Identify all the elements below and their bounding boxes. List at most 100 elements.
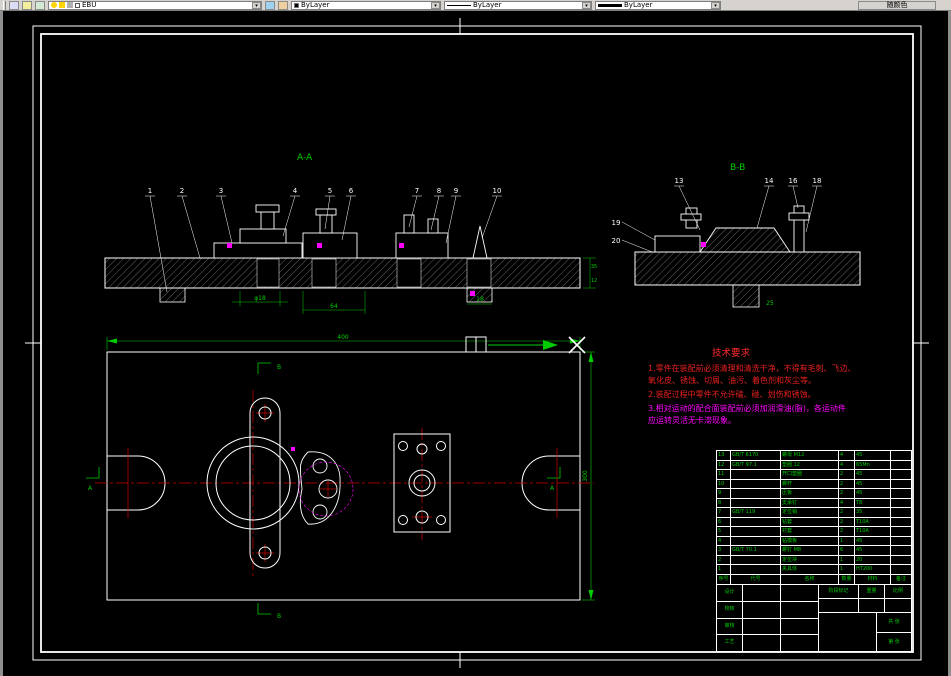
dim-height-label: 300 — [582, 470, 589, 482]
make-layer-current-icon[interactable] — [22, 0, 32, 10]
title-block-info: 阶段标记 重量 比例 共 张 第 张 — [819, 585, 911, 651]
section-mark-b-bottom: B — [277, 613, 281, 620]
parts-cell — [731, 565, 781, 574]
parts-cell: 夹具体 — [781, 565, 839, 574]
parts-cell — [731, 527, 781, 536]
parts-row: 12 GB/T 97.1 垫圈 12 4 65Mn — [717, 460, 911, 470]
parts-cell — [891, 565, 911, 574]
parts-cell: 9 — [717, 489, 731, 498]
section-a-components — [213, 204, 488, 259]
parts-cell: 45 — [855, 479, 891, 488]
parts-cell — [891, 546, 911, 555]
empty-cell — [781, 635, 818, 651]
parts-row: 1 夹具体 1 HT200 — [717, 565, 911, 575]
section-a-label: A-A — [297, 153, 313, 163]
parts-list: 13 GB/T 6170 螺母 M12 4 45 12 GB/T 97.1 垫圈 12 4 65M… — [717, 451, 911, 585]
toolbar-grip[interactable] — [3, 0, 6, 10]
tech-requirements-title: 技术要求 — [712, 347, 751, 359]
field-label: 比例 — [892, 588, 903, 594]
dim-label: 25 — [766, 300, 774, 307]
parts-cell: 6 — [717, 517, 731, 526]
parts-cell: 开口垫圈 — [781, 470, 839, 479]
parts-cell: HT200 — [855, 565, 891, 574]
parts-cell: 2 — [839, 479, 855, 488]
layer-isolate-icon[interactable] — [278, 0, 288, 10]
color-value: ByLayer — [301, 1, 330, 9]
parts-cell: 2 — [839, 470, 855, 479]
parts-cell — [731, 479, 781, 488]
chevron-down-icon[interactable]: ▾ — [582, 1, 591, 9]
section-mark-a-right: A — [550, 485, 555, 492]
plan-view: 400 300 B B A A — [86, 334, 595, 620]
tech-requirements: 技术要求 1.零件在装配前必须清理和清洗干净，不得有毛刺、飞边、 氧化皮、锈蚀、… — [648, 347, 856, 425]
part-number: 7 — [415, 187, 419, 195]
parts-cell: 支承钉 — [781, 498, 839, 507]
field-label: 校核 — [717, 601, 743, 618]
parts-cell: 4 — [839, 498, 855, 507]
part-number: 10 — [493, 187, 502, 195]
parts-row: 2 定位块 1 20 — [717, 555, 911, 565]
surface-mark — [701, 242, 706, 247]
layer-properties-icon[interactable] — [9, 0, 19, 10]
parts-cell — [731, 498, 781, 507]
parts-cell: 2 — [839, 517, 855, 526]
dim-label: 12 — [591, 278, 597, 284]
lineweight-sample-icon — [598, 3, 622, 7]
drawing-title-cell — [819, 613, 877, 651]
parts-cell: 6 — [839, 546, 855, 555]
parts-cell — [731, 517, 781, 526]
chevron-down-icon[interactable]: ▾ — [252, 1, 261, 9]
window-edge-left — [0, 11, 3, 676]
section-mark-a-left: A — [88, 485, 93, 492]
tech-line: 3.相对运动的配合面装配前必须加润滑油(脂)，各运动件 — [648, 403, 846, 413]
parts-cell: 5 — [717, 527, 731, 536]
lineweight-dropdown[interactable]: ByLayer ▾ — [595, 0, 721, 10]
parts-cell: 2 — [839, 508, 855, 517]
layer-dropdown[interactable]: EBU ▾ — [48, 0, 262, 10]
parts-cell — [891, 556, 911, 565]
parts-cell: 45 — [855, 451, 891, 460]
plot-style-control[interactable]: 随颜色 — [858, 0, 936, 10]
part-number: 6 — [349, 187, 354, 195]
parts-cell — [891, 461, 911, 470]
color-dropdown[interactable]: ByLayer ▾ — [291, 0, 441, 10]
empty-cell — [743, 635, 781, 651]
parts-cell: 2 — [839, 527, 855, 536]
parts-cell: 45 — [855, 536, 891, 545]
part-number: 18 — [813, 177, 822, 185]
parts-cell: T8 — [855, 498, 891, 507]
parts-cell: 12 — [717, 460, 731, 469]
parts-cell: 4 — [839, 451, 855, 460]
parts-cell: 定位销 — [781, 508, 839, 517]
parts-cell: 钻套 — [781, 517, 839, 526]
parts-cell: GB/T 97.1 — [731, 460, 781, 469]
chevron-down-icon[interactable]: ▾ — [711, 1, 720, 9]
layer-previous-icon[interactable] — [35, 0, 45, 10]
dim-label: φ18 — [254, 295, 266, 302]
linetype-dropdown[interactable]: ByLayer ▾ — [444, 0, 592, 10]
linetype-sample-icon — [447, 4, 471, 6]
parts-cell: 13 — [717, 451, 731, 460]
section-b-view: B-B 13 14 16 18 19 20 25 — [612, 163, 861, 308]
part-number: 9 — [454, 187, 458, 195]
parts-cell — [731, 489, 781, 498]
parts-cell: 代号 — [731, 574, 781, 584]
parts-cell: GB/T 70.1 — [731, 546, 781, 555]
parts-cell — [891, 537, 911, 546]
part-number: 20 — [612, 237, 621, 245]
parts-cell: 4 — [839, 460, 855, 469]
empty-cell — [743, 618, 781, 635]
parts-cell: 35 — [855, 508, 891, 517]
part-number: 8 — [437, 187, 441, 195]
chevron-down-icon[interactable]: ▾ — [431, 1, 440, 9]
empty-cell — [781, 585, 818, 601]
empty-cell — [859, 599, 885, 612]
empty-cell — [781, 619, 818, 635]
empty-cell — [781, 602, 818, 618]
parts-cell: 10 — [717, 479, 731, 488]
color-swatch-icon — [294, 2, 299, 8]
parts-cell — [731, 470, 781, 479]
dim-label: 35 — [591, 264, 597, 270]
layer-states-icon[interactable] — [265, 0, 275, 10]
empty-cell — [743, 601, 781, 618]
